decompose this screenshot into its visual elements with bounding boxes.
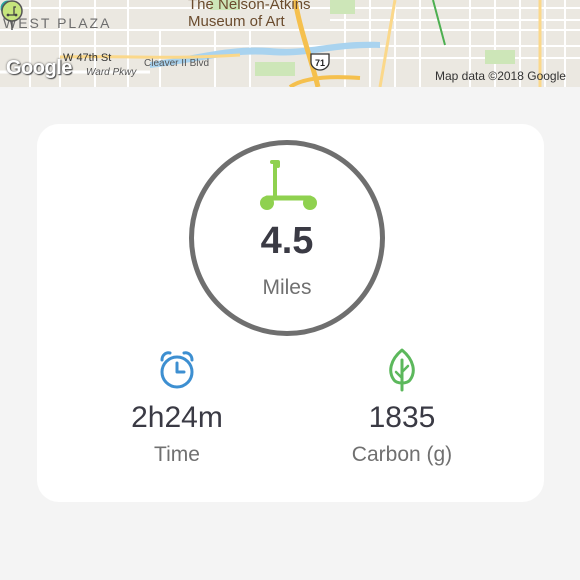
alarm-clock-icon xyxy=(160,351,194,389)
highway-shield-icon: 71 xyxy=(310,52,330,71)
map-label-museum: The Nelson-Atkins Museum of Art xyxy=(188,0,311,30)
leaf-icon xyxy=(389,348,415,392)
map-attribution: Map data ©2018 Google xyxy=(435,69,566,83)
map-label-ward-pkwy: Ward Pkwy xyxy=(86,67,137,78)
time-label: Time xyxy=(154,443,200,466)
map-label-cleaver: Cleaver II Blvd xyxy=(144,58,210,69)
museum-name-line1: The Nelson-Atkins xyxy=(188,0,311,13)
distance-unit: Miles xyxy=(262,276,312,299)
scooter-location-pin-icon[interactable] xyxy=(0,0,24,30)
highway-number: 71 xyxy=(315,58,325,68)
route-map[interactable]: WEST PLAZA The Nelson-Atkins Museum of A… xyxy=(0,0,580,87)
google-logo[interactable]: Google xyxy=(6,57,72,80)
scooter-icon xyxy=(260,160,317,210)
carbon-label: Carbon (g) xyxy=(351,443,453,466)
time-value: 2h24m xyxy=(131,401,223,434)
museum-name-line2: Museum of Art xyxy=(188,13,285,30)
ride-summary-card: 4.5 Miles 2h24m Time 1835 Carbon (g) xyxy=(37,124,544,502)
distance-value: 4.5 xyxy=(260,220,314,262)
carbon-value: 1835 xyxy=(368,401,436,434)
